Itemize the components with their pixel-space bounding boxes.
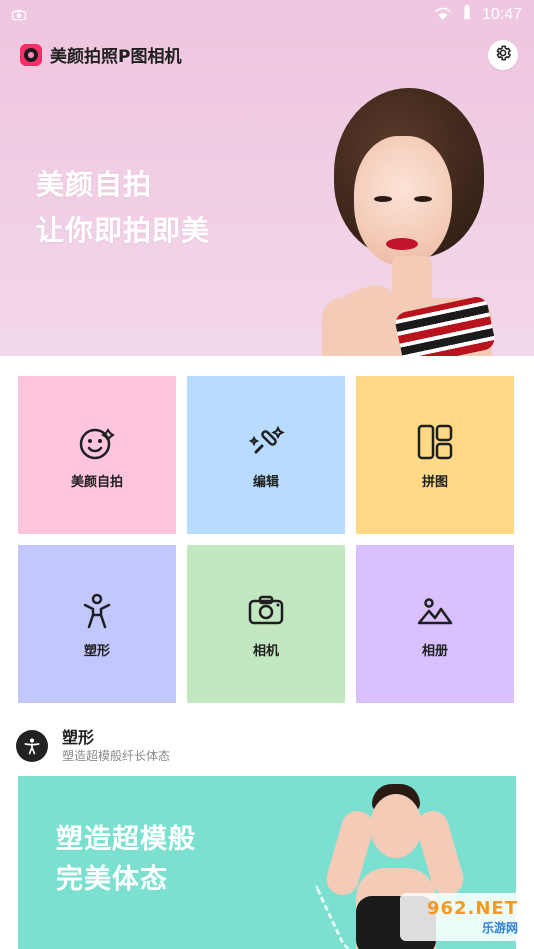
promo-line-1: 塑造超模般	[56, 824, 196, 855]
feature-grid: 美颜自拍 编辑 拼图 塑形 相机 相册	[18, 376, 516, 703]
magic-brush-icon	[245, 421, 287, 463]
tile-label-beauty-selfie: 美颜自拍	[70, 474, 123, 490]
tile-album[interactable]: 相册	[356, 545, 514, 703]
watermark: 962.NET 乐游网	[400, 893, 526, 941]
section-titles: 塑形 塑造超模般纤长体态	[62, 728, 170, 764]
status-bar: 10:47	[0, 0, 534, 30]
battery-icon	[462, 5, 472, 25]
accessibility-icon	[16, 730, 48, 762]
section-subtitle: 塑造超模般纤长体态	[62, 749, 171, 763]
watermark-bottom: 乐游网	[481, 921, 518, 935]
layout-grid-icon	[414, 421, 456, 463]
smiley-sparkle-icon	[76, 421, 118, 463]
gallery-icon	[414, 590, 456, 632]
section-title: 塑形	[62, 728, 95, 747]
app-title-wrap: 美颜拍照P图相机	[20, 42, 181, 67]
section-body-shape[interactable]: 塑形 塑造超模般纤长体态	[16, 722, 518, 770]
app-title: 美颜拍照P图相机	[50, 47, 182, 67]
tile-label-body-shape: 塑形	[83, 643, 110, 659]
tile-label-album: 相册	[421, 643, 448, 659]
banner-line-2: 让你即拍即美	[36, 214, 211, 247]
tile-label-collage: 拼图	[421, 474, 448, 490]
status-right: 10:47	[434, 5, 522, 25]
camera-icon	[245, 590, 287, 632]
wifi-icon	[434, 6, 452, 25]
tile-edit[interactable]: 编辑	[187, 376, 345, 534]
banner-portrait-illustration	[322, 88, 497, 356]
status-time: 10:47	[481, 6, 522, 23]
camera-status-icon	[12, 6, 26, 25]
settings-button[interactable]	[488, 40, 518, 70]
header-banner: 美颜拍照P图相机 美颜自拍 让你即拍即美	[0, 30, 534, 356]
tile-body-shape[interactable]: 塑形	[18, 545, 176, 703]
promo-text: 塑造超模般 完美体态	[56, 820, 196, 900]
promo-line-2: 完美体态	[56, 864, 168, 895]
tile-label-camera: 相机	[252, 643, 279, 659]
banner-text: 美颜自拍 让你即拍即美	[36, 162, 210, 254]
body-figure-icon	[76, 590, 118, 632]
watermark-top: 962.NET	[426, 898, 518, 919]
tile-beauty-selfie[interactable]: 美颜自拍	[18, 376, 176, 534]
tile-camera[interactable]: 相机	[187, 545, 345, 703]
status-left	[12, 6, 26, 25]
tile-label-edit: 编辑	[252, 474, 279, 490]
banner-line-1: 美颜自拍	[36, 168, 153, 201]
gear-icon	[494, 44, 512, 66]
app-logo-icon	[20, 43, 42, 66]
tile-collage[interactable]: 拼图	[356, 376, 514, 534]
